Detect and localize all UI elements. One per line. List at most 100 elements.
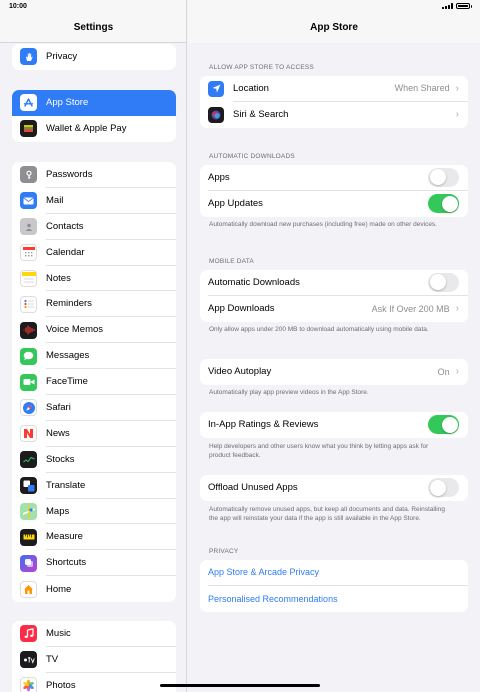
location-label: Location — [233, 82, 269, 94]
group-access: Location When Shared › Siri & Search › — [200, 76, 468, 128]
row-automatic-downloads: Automatic Downloads — [200, 270, 468, 296]
sidebar-item-label: Reminders — [46, 291, 176, 318]
sidebar-group-store: App Store Wallet & Apple Pay — [12, 90, 176, 142]
section-header-access: ALLOW APP STORE TO ACCESS — [209, 64, 314, 71]
sidebar-item-label: Photos — [46, 680, 76, 692]
sidebar-item-label: Wallet & Apple Pay — [46, 123, 127, 135]
sidebar-item-safari[interactable]: Safari — [12, 395, 176, 421]
row-video-autoplay[interactable]: Video Autoplay On › — [200, 359, 468, 385]
sidebar-item-privacy[interactable]: Privacy — [12, 44, 176, 70]
row-location[interactable]: Location When Shared › — [200, 76, 468, 102]
sidebar-item-reminders[interactable]: Reminders — [12, 291, 176, 318]
ratings-reviews-toggle[interactable] — [428, 415, 459, 435]
safari-icon — [20, 399, 37, 417]
sidebar-item-label: Messages — [46, 343, 176, 370]
sidebar-item-label: Voice Memos — [46, 317, 176, 344]
automatic-downloads-label: Automatic Downloads — [208, 276, 300, 288]
home-indicator[interactable] — [160, 684, 320, 687]
ratings-footer: Help developers and other users know wha… — [209, 443, 429, 459]
row-privacy-link[interactable]: App Store & Arcade Privacy — [200, 560, 468, 586]
sidebar-item-photos[interactable]: Photos — [12, 673, 176, 692]
sidebar-item-label: News — [46, 421, 176, 447]
notes-icon — [20, 270, 37, 287]
sidebar-item-notes[interactable]: Notes — [12, 266, 176, 292]
chevron-right-icon: › — [455, 366, 459, 378]
sidebar-item-messages[interactable]: Messages — [12, 343, 176, 370]
row-siri-search[interactable]: Siri & Search › — [200, 102, 468, 128]
translate-icon — [20, 477, 37, 495]
row-app-updates: App Updates — [200, 191, 468, 217]
sidebar-item-facetime[interactable]: FaceTime — [12, 369, 176, 396]
sidebar-item-measure[interactable]: Measure — [12, 524, 176, 551]
sidebar-item-label: App Store — [46, 97, 89, 109]
sidebar-item-passwords[interactable]: Passwords — [12, 162, 176, 188]
row-app-downloads[interactable]: App Downloads Ask If Over 200 MB › — [200, 296, 468, 322]
sidebar-item-calendar[interactable]: Calendar — [12, 240, 176, 266]
app-store-arcade-privacy-link[interactable]: App Store & Arcade Privacy — [208, 567, 459, 577]
row-offload-unused-apps: Offload Unused Apps — [200, 475, 468, 501]
app-store-icon — [20, 94, 37, 112]
apps-label: Apps — [208, 171, 230, 183]
status-indicators — [442, 3, 472, 9]
measure-icon — [20, 528, 37, 546]
sidebar-item-label: Mail — [46, 188, 176, 214]
music-icon — [20, 625, 37, 643]
sidebar-item-label: Notes — [46, 266, 176, 292]
sidebar-item-translate[interactable]: Translate — [12, 473, 176, 499]
chevron-right-icon: › — [455, 303, 459, 315]
group-auto-downloads: Apps App Updates — [200, 165, 468, 217]
group-mobile-data: Automatic Downloads App Downloads Ask If… — [200, 270, 468, 322]
automatic-downloads-toggle[interactable] — [428, 272, 459, 292]
sidebar-item-tv[interactable]: TV — [12, 647, 176, 673]
sidebar-item-contacts[interactable]: Contacts — [12, 214, 176, 240]
sidebar-item-stocks[interactable]: Stocks — [12, 447, 176, 473]
group-video-autoplay: Video Autoplay On › — [200, 359, 468, 385]
maps-icon — [20, 503, 37, 521]
siri-icon — [208, 106, 224, 123]
personalised-recommendations-link[interactable]: Personalised Recommendations — [208, 594, 459, 604]
offload-footer: Automatically remove unused apps, but ke… — [209, 506, 445, 522]
settings-sidebar: Settings Privacy App Store Wallet & Appl… — [0, 0, 187, 692]
app-store-settings-pane: App Store ALLOW APP STORE TO ACCESS Loca… — [188, 0, 480, 692]
sidebar-item-label: FaceTime — [46, 369, 176, 396]
sidebar-item-news[interactable]: News — [12, 421, 176, 447]
mobile-data-footer: Only allow apps under 200 MB to download… — [209, 326, 429, 333]
reminders-icon — [20, 295, 37, 313]
offload-toggle[interactable] — [428, 478, 459, 498]
sidebar-item-label: Contacts — [46, 214, 176, 240]
section-header-mobile-data: MOBILE DATA — [209, 258, 254, 265]
video-autoplay-value: On — [437, 366, 450, 377]
sidebar-item-label: Measure — [46, 524, 176, 551]
sidebar-item-label: Music — [46, 621, 176, 647]
news-icon — [20, 425, 37, 443]
app-downloads-value: Ask If Over 200 MB — [371, 303, 450, 314]
app-downloads-label: App Downloads — [208, 303, 275, 315]
sidebar-item-shortcuts[interactable]: Shortcuts — [12, 550, 176, 577]
voice-memos-icon — [20, 321, 37, 339]
app-updates-toggle[interactable] — [428, 194, 459, 214]
tv-icon — [20, 651, 37, 669]
sidebar-group-apps: Passwords Mail Contacts Calendar Notes R… — [12, 162, 176, 603]
sidebar-item-maps[interactable]: Maps — [12, 499, 176, 525]
hand-icon — [20, 48, 37, 66]
row-ratings-reviews: In-App Ratings & Reviews — [200, 412, 468, 438]
sidebar-item-label: Shortcuts — [46, 550, 176, 577]
sidebar-group-privacy: Privacy — [12, 44, 176, 70]
sidebar-item-home[interactable]: Home — [12, 576, 176, 602]
sidebar-item-voice-memos[interactable]: Voice Memos — [12, 317, 176, 344]
sidebar-item-wallet[interactable]: Wallet & Apple Pay — [12, 116, 176, 142]
battery-icon — [456, 3, 472, 9]
sidebar-item-music[interactable]: Music — [12, 621, 176, 647]
sidebar-item-app-store[interactable]: App Store — [12, 90, 176, 116]
photos-icon — [20, 677, 37, 692]
chevron-right-icon: › — [455, 82, 459, 94]
group-offload: Offload Unused Apps — [200, 475, 468, 501]
sidebar-item-label: Stocks — [46, 447, 176, 473]
status-bar: 10:00 — [0, 0, 480, 14]
apps-toggle[interactable] — [428, 167, 459, 187]
row-apps: Apps — [200, 165, 468, 191]
sidebar-item-label: Privacy — [46, 51, 78, 63]
row-personalised-recommendations[interactable]: Personalised Recommendations — [200, 586, 468, 612]
sidebar-item-mail[interactable]: Mail — [12, 188, 176, 214]
calendar-icon — [20, 244, 37, 262]
